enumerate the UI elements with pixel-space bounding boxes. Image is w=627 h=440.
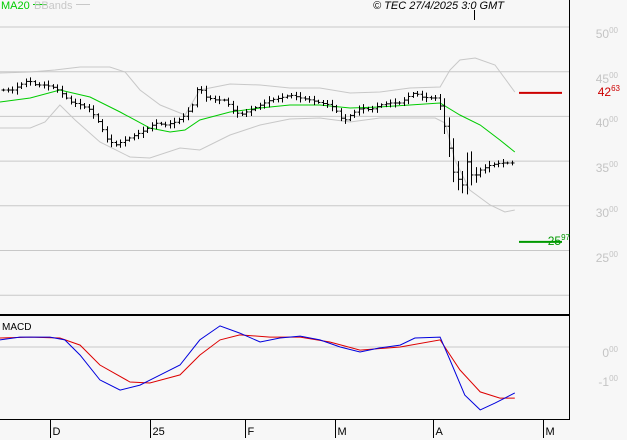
tick-dec: 00	[609, 26, 618, 35]
macd-title: MACD	[2, 322, 32, 333]
tick-dec: 00	[609, 345, 618, 354]
tick-dec: 00	[609, 249, 618, 259]
price-axis-tick: 4500	[558, 71, 618, 86]
x-axis-label: 25	[152, 426, 165, 438]
tick-int: 25	[595, 250, 610, 265]
tick-int: 40	[595, 116, 610, 131]
tick-int: 30	[595, 205, 610, 220]
x-axis-label: A	[435, 426, 443, 438]
tick-dec: 00	[609, 115, 618, 125]
x-axis-label: M	[337, 426, 347, 438]
price-axis-tick: 5000	[558, 26, 618, 41]
legend-bbands-swatch	[75, 4, 90, 5]
ma20-line	[0, 89, 516, 153]
x-axis-label: M	[545, 426, 555, 438]
price-chart	[0, 0, 570, 438]
macd-axis-tick: 000	[558, 345, 618, 360]
price-axis-tick: 3000	[558, 205, 618, 220]
bb-upper-line	[0, 57, 516, 116]
legend-ma20-label: MA20	[1, 0, 30, 12]
tick-dec: 00	[609, 204, 618, 214]
resistance-int: 42	[597, 85, 612, 99]
price-axis-tick: 3500	[558, 160, 618, 175]
macd-signal-line	[0, 334, 515, 399]
x-axis-label: D	[52, 426, 61, 438]
tick-int: 45	[595, 71, 610, 86]
tick-int: -1	[598, 375, 610, 389]
tick-dec: 00	[609, 70, 618, 80]
price-axis-tick: 4000	[558, 115, 618, 130]
tick-dec: 00	[609, 160, 618, 170]
copyright: © TEC 27/4/2025 3:0 GMT	[373, 0, 504, 12]
tick-dec: 00	[609, 374, 618, 383]
tick-int: 50	[595, 27, 610, 41]
price-axis-tick: 2500	[558, 250, 618, 265]
tick-int: 35	[595, 161, 610, 176]
macd-line	[0, 325, 516, 411]
resistance-label: 4263	[560, 84, 620, 99]
support-label: 2597	[510, 233, 570, 248]
x-axis-label: F	[247, 426, 255, 438]
legend-bbands-label: BBands	[34, 0, 73, 12]
support-int: 25	[547, 234, 562, 248]
bb-lower-line	[0, 104, 515, 213]
support-dec: 97	[561, 233, 570, 242]
macd-axis-tick: -100	[558, 374, 618, 389]
legend-bbands: BBands	[34, 0, 90, 12]
